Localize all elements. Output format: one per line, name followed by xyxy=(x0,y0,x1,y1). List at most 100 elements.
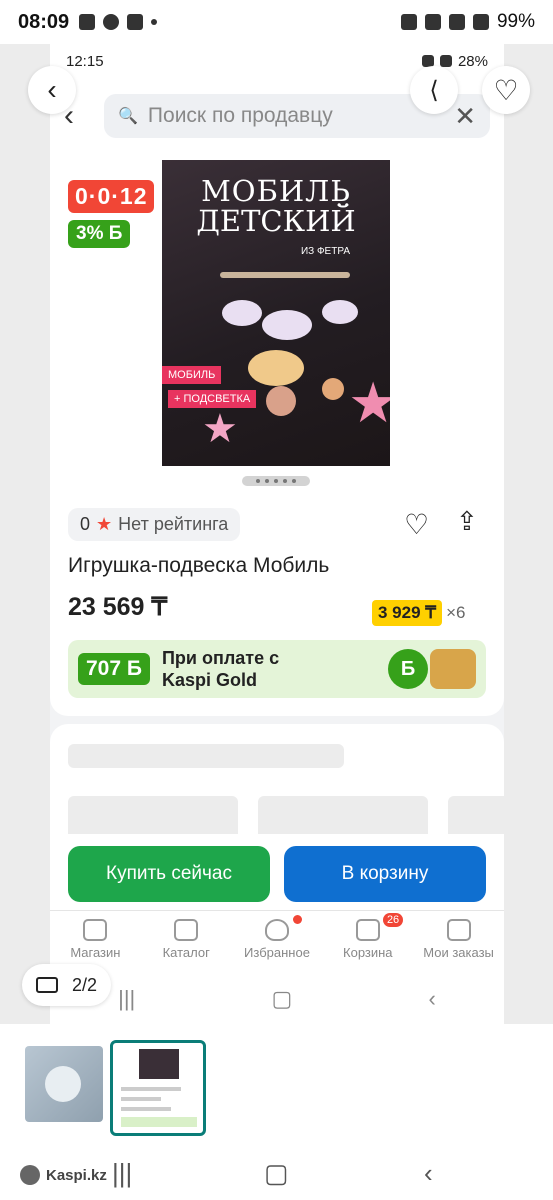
orders-icon xyxy=(446,919,471,941)
tab-label: Мои заказы xyxy=(423,945,494,960)
wifi-icon xyxy=(448,14,465,30)
tab-cart: 26 Корзина xyxy=(322,911,413,974)
photo-counter-text: 2/2 xyxy=(72,974,98,995)
thumbnail-line xyxy=(121,1087,181,1091)
poster-subtitle: ИЗ ФЕТРА xyxy=(300,246,350,257)
back-icon: ‹ xyxy=(428,986,436,1011)
search-icon: 🔍 xyxy=(118,108,138,125)
cloud-toy xyxy=(262,310,312,340)
inner-status-time: 12:15 xyxy=(66,52,104,70)
tab-catalog: Каталог xyxy=(141,911,232,974)
loading-placeholder xyxy=(50,724,504,856)
back-button[interactable]: ‹ xyxy=(28,66,76,114)
heart-icon xyxy=(264,919,289,941)
ball-toy xyxy=(322,378,344,400)
home-icon: ▢ xyxy=(271,986,293,1011)
tab-label: Магазин xyxy=(70,945,121,960)
product-title: Игрушка-подвеска Мобиль xyxy=(68,554,330,577)
more-notifications-icon xyxy=(151,19,158,25)
review-photo: 12:15 28% ‹ 🔍 Поиск по продавцу ✕ МОБИЛЬ… xyxy=(50,44,504,1024)
tab-label: Избранное xyxy=(244,945,310,960)
recents-icon: ||| xyxy=(118,986,136,1011)
camera-icon xyxy=(36,977,58,993)
photo-counter[interactable]: 2/2 xyxy=(22,964,112,1006)
share-button[interactable]: ⟨ xyxy=(410,66,458,114)
thumbnail-line xyxy=(121,1097,161,1101)
notification-dot xyxy=(293,915,303,924)
star-icon: ★ xyxy=(96,514,113,534)
skeleton-line xyxy=(68,744,344,768)
add-to-cart-button: В корзину xyxy=(284,846,486,902)
kaspi-gold-bonus: 707 Б При оплате с Kaspi Gold Б xyxy=(68,640,486,698)
tab-favorites: Избранное xyxy=(232,911,323,974)
star-toy: ★ xyxy=(202,407,238,451)
ball-toy xyxy=(266,386,296,416)
upload-icon: ⇪ xyxy=(456,506,478,536)
pager-dot xyxy=(256,479,260,483)
kaspi-gold-card-icon xyxy=(430,649,476,689)
installment-amount: 3 929 ₸ xyxy=(372,600,443,626)
status-time: 08:09 xyxy=(18,10,70,33)
action-buttons: Купить сейчас В корзину xyxy=(50,834,504,910)
timer-badge: 0·0·12 xyxy=(68,180,155,213)
recents-button[interactable]: ||| xyxy=(112,1158,132,1189)
bottom-tab-bar: Магазин Каталог Избранное 26 Корзина Мои… xyxy=(50,910,504,974)
tab-label: Каталог xyxy=(162,945,210,960)
home-button[interactable]: ▢ xyxy=(264,1158,289,1189)
moon-toy xyxy=(248,350,304,386)
inner-battery-level: 28% xyxy=(457,52,488,70)
mute-icon xyxy=(424,14,441,30)
status-bar: 08:09 99% xyxy=(0,0,553,44)
kaspi-logo-icon xyxy=(20,1165,40,1185)
inner-signal-icon xyxy=(439,55,452,67)
bonus-coin-icon: Б xyxy=(388,649,428,689)
favorite-button[interactable]: ♡ xyxy=(482,66,530,114)
inner-system-nav: ||| ▢ ‹ xyxy=(50,974,504,1024)
rating-value: 0 xyxy=(80,514,91,534)
gallery-icon xyxy=(79,14,96,30)
thumbnail-2-selected[interactable] xyxy=(110,1040,206,1136)
bonus-line1: При оплате с xyxy=(161,648,280,668)
bonus-percent-badge: 3% Б xyxy=(68,220,131,248)
source-label: Kaspi.kz xyxy=(46,1166,107,1184)
tab-orders: Мои заказы xyxy=(413,911,504,974)
heart-icon: ♡ xyxy=(404,509,430,540)
thumbnail-line xyxy=(121,1107,171,1111)
image-pager xyxy=(242,476,310,486)
rating-label: Нет рейтинга xyxy=(118,514,229,534)
poster-title-line1: МОБИЛЬ xyxy=(201,174,351,208)
thumbnail-bonus xyxy=(121,1117,197,1127)
poster-tag-light: + ПОДСВЕТКА xyxy=(168,390,257,408)
bonus-line2: Kaspi Gold xyxy=(161,670,257,690)
telegram-icon xyxy=(127,14,144,30)
product-card: МОБИЛЬ ДЕТСКИЙ ИЗ ФЕТРА ★ ★ МОБИЛЬ + ПОД… xyxy=(50,154,504,716)
star-decor: ★ xyxy=(348,371,390,434)
installment-info: 3 929 ₸ ×6 xyxy=(372,600,465,626)
bonus-amount: 707 Б xyxy=(78,653,150,685)
thumbnail-photo xyxy=(45,1066,81,1102)
pager-dot xyxy=(292,479,296,483)
cart-icon xyxy=(355,919,380,941)
thumbnail-1[interactable] xyxy=(25,1046,103,1122)
thumbnail-poster xyxy=(139,1049,179,1079)
footer-bar: Kaspi.kz ||| ▢ ‹ xyxy=(0,1150,553,1200)
pager-dot xyxy=(283,479,287,483)
tab-label: Корзина xyxy=(343,945,393,960)
product-price: 23 569 ₸ xyxy=(68,593,168,621)
search-placeholder: Поиск по продавцу xyxy=(147,104,333,127)
catalog-search-icon xyxy=(174,919,199,941)
battery-level: 99% xyxy=(496,11,535,32)
signal-icon xyxy=(472,14,489,30)
system-back-button[interactable]: ‹ xyxy=(424,1158,433,1189)
rating-badge: 0 ★ Нет рейтинга xyxy=(68,508,241,541)
cloud-toy xyxy=(222,300,262,326)
kaspi-notification-icon xyxy=(103,14,120,30)
pager-dot xyxy=(274,479,278,483)
pager-dot xyxy=(265,479,269,483)
cloud-toy xyxy=(322,300,358,324)
battery-saver-icon xyxy=(400,14,417,30)
thumbnail-strip xyxy=(0,1024,553,1150)
shop-icon xyxy=(83,919,108,941)
poster-tag-mobile: МОБИЛЬ xyxy=(162,366,222,384)
mobile-bar xyxy=(220,272,350,278)
